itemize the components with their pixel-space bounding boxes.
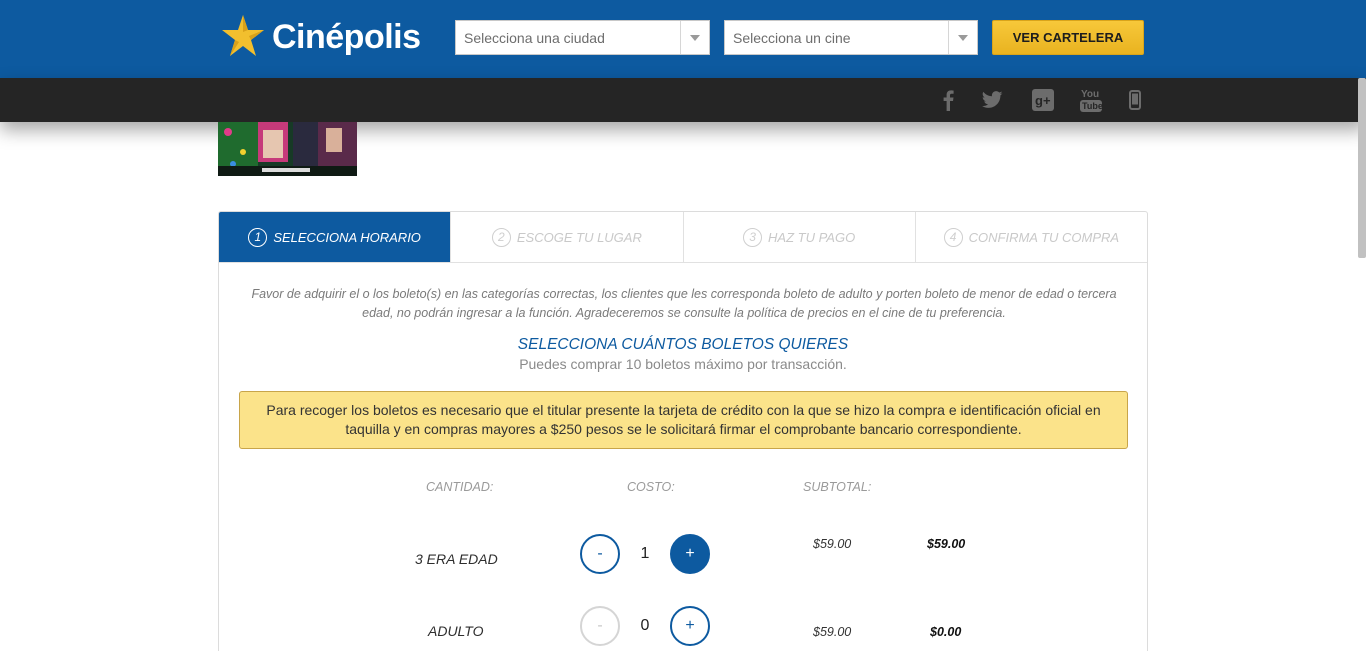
youtube-icon[interactable]: You Tube [1079, 88, 1103, 112]
ticket-price: $59.00 [813, 625, 852, 639]
pickup-alert: Para recoger los boletos es necesario qu… [239, 391, 1128, 449]
pickup-alert-text: Para recoger los boletos es necesario qu… [266, 402, 1101, 437]
increase-quantity-button[interactable]: + [670, 534, 710, 574]
cinepolis-logo[interactable]: Cinépolis [218, 10, 421, 64]
tickets-subtitle: Puedes comprar 10 boletos máximo por tra… [519, 356, 847, 372]
ver-cartelera-button[interactable]: VER CARTELERA [992, 20, 1144, 55]
increase-quantity-button[interactable]: + [670, 606, 710, 646]
step-number: 4 [943, 227, 963, 247]
category-notice: Favor de adquirir el o los boleto(s) en … [251, 287, 1117, 320]
step-label: ESCOGE TU LUGAR [516, 229, 642, 245]
step-number: 2 [491, 227, 511, 247]
city-select-placeholder: Selecciona una ciudad [464, 29, 605, 46]
top-header: Cinépolis Selecciona una ciudad Seleccio… [0, 0, 1366, 78]
twitter-icon[interactable] [980, 88, 1004, 112]
cine-select-placeholder: Selecciona un cine [733, 29, 851, 46]
step-label: CONFIRMA TU COMPRA [968, 229, 1120, 245]
page-root: Cinépolis Selecciona una ciudad Seleccio… [0, 0, 1366, 651]
movie-poster-image [218, 122, 357, 176]
svg-text:You: You [1081, 89, 1099, 100]
column-header-subtotal: SUBTOTAL: [803, 480, 872, 494]
chevron-down-icon[interactable] [680, 21, 709, 54]
step-number: 1 [248, 227, 268, 247]
mobile-icon[interactable] [1123, 88, 1147, 112]
scrollbar-thumb[interactable] [1358, 78, 1366, 258]
column-header-costo: COSTO: [627, 480, 675, 494]
purchase-card: 1 SELECCIONA HORARIO 2 ESCOGE TU LUGAR 3… [218, 211, 1148, 651]
city-select[interactable]: Selecciona una ciudad [455, 20, 710, 55]
decrease-quantity-button[interactable]: - [580, 606, 620, 646]
svg-text:Tube: Tube [1082, 101, 1103, 111]
step-tab-4[interactable]: 4 CONFIRMA TU COMPRA [914, 212, 1147, 262]
quantity-value: 1 [640, 545, 650, 562]
ticket-subtotal: $59.00 [927, 537, 966, 551]
step-label: SELECCIONA HORARIO [273, 229, 421, 245]
step-tabs: 1 SELECCIONA HORARIO 2 ESCOGE TU LUGAR 3… [219, 212, 1147, 263]
step-tab-1[interactable]: 1 SELECCIONA HORARIO [219, 212, 451, 262]
svg-text:g+: g+ [1035, 93, 1051, 108]
step-number: 3 [743, 227, 763, 247]
tickets-title: SELECCIONA CUÁNTOS BOLETOS QUIERES [517, 336, 849, 353]
facebook-icon[interactable] [936, 88, 960, 112]
step-tab-2[interactable]: 2 ESCOGE TU LUGAR [450, 212, 682, 262]
cine-select[interactable]: Selecciona un cine [724, 20, 978, 55]
star-logo-icon [222, 15, 264, 56]
step-label: HAZ TU PAGO [768, 229, 856, 245]
social-bar: g+ You Tube [0, 78, 1366, 122]
step-tab-3[interactable]: 3 HAZ TU PAGO [682, 212, 915, 262]
column-header-cantidad: CANTIDAD: [426, 480, 494, 494]
quantity-value: 0 [640, 617, 650, 634]
chevron-down-icon[interactable] [948, 21, 977, 54]
ticket-subtotal: $0.00 [930, 625, 962, 639]
decrease-quantity-button[interactable]: - [580, 534, 620, 574]
ticket-type-label: 3 ERA EDAD [415, 551, 498, 567]
google-plus-icon[interactable]: g+ [1031, 88, 1055, 112]
ticket-type-label: ADULTO [428, 623, 484, 639]
ticket-price: $59.00 [813, 537, 852, 551]
logo-text: Cinépolis [272, 17, 421, 56]
